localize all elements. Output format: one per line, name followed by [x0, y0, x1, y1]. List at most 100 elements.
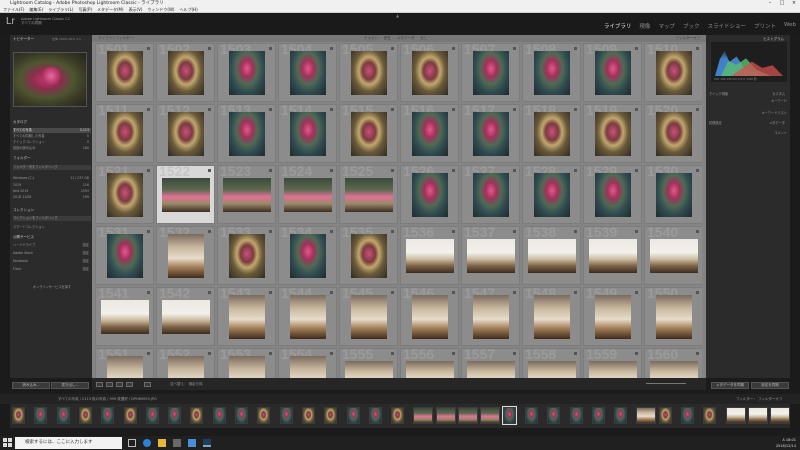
photo-thumbnail[interactable]	[290, 295, 326, 339]
filmstrip-thumbnail[interactable]	[168, 407, 182, 424]
import-button[interactable]: 読み込み...	[12, 382, 50, 389]
catalog-row[interactable]: すべての写真 2,113	[13, 128, 91, 133]
grid-cell[interactable]: 1547	[461, 287, 520, 346]
filmstrip-thumbnail[interactable]	[725, 407, 746, 424]
menu-item-6[interactable]: ウィンドウ(W)	[147, 7, 174, 12]
metadata-header[interactable]: 初期設定 メタデータ	[709, 121, 787, 126]
navigator-preview[interactable]	[13, 52, 87, 107]
photo-thumbnail[interactable]	[107, 173, 143, 217]
grid-cell[interactable]: 1516	[400, 104, 459, 163]
grid-cell[interactable]: 1532	[156, 226, 215, 285]
grid-cell[interactable]: 1511	[95, 104, 154, 163]
grid-cell[interactable]: 1542	[156, 287, 215, 346]
filmstrip-thumbnail[interactable]	[78, 407, 92, 424]
grid-cell[interactable]: 1559	[583, 348, 642, 378]
grid-cell[interactable]: 1518	[522, 104, 581, 163]
grid-cell[interactable]: 1552	[156, 348, 215, 378]
filmstrip-thumbnail[interactable]	[235, 407, 248, 424]
photo-thumbnail[interactable]	[656, 295, 692, 339]
export-button[interactable]: 書き出し...	[51, 382, 89, 389]
find-more-services-link[interactable]: オンラインサービスを探す	[13, 285, 91, 290]
photo-thumbnail[interactable]	[229, 234, 265, 278]
filmstrip-breadcrumb[interactable]: すべての写真 / 2113 枚の写真 / 999 枚選択 / DPH89059.…	[58, 394, 157, 404]
catalog-row[interactable]: すべての同期した写真 0	[13, 134, 91, 139]
photo-thumbnail[interactable]	[162, 300, 210, 334]
filter-tab-2[interactable]: メタデータ	[397, 36, 415, 40]
grid-cell[interactable]: 1533	[217, 226, 276, 285]
collection-search-input[interactable]: コレクションをフィルタリング	[13, 216, 91, 221]
photo-thumbnail[interactable]	[534, 295, 570, 339]
photo-thumbnail[interactable]	[284, 178, 332, 212]
filmstrip-filter-dropdown[interactable]: フィルターオフ	[758, 394, 782, 404]
menu-item-1[interactable]: 編集(E)	[29, 7, 43, 12]
filmstrip-thumbnail[interactable]	[56, 407, 70, 424]
thumbnail-size-slider[interactable]	[646, 383, 686, 384]
filmstrip-thumbnail[interactable]	[681, 407, 694, 424]
photo-thumbnail[interactable]	[168, 234, 204, 278]
photo-thumbnail[interactable]	[107, 234, 143, 278]
menu-item-5[interactable]: 表示(V)	[129, 7, 143, 12]
module-tab-1[interactable]: 現像	[639, 22, 650, 30]
edge-browser-icon[interactable]	[143, 439, 151, 447]
grid-cell[interactable]: 1527	[461, 165, 520, 224]
grid-cell[interactable]: 1534	[278, 226, 337, 285]
photo-thumbnail[interactable]	[101, 300, 149, 334]
grid-cell[interactable]: 1531	[95, 226, 154, 285]
folder-row[interactable]: 2019 116	[13, 183, 91, 188]
volume-row[interactable]: Windows (C:) 11 / 237 GB	[13, 176, 91, 181]
grid-cell[interactable]: 1522	[156, 165, 215, 224]
filmstrip-thumbnail[interactable]	[501, 406, 517, 425]
photo-thumbnail[interactable]	[534, 51, 570, 95]
menu-item-3[interactable]: 写真(P)	[78, 7, 92, 12]
catalog-row[interactable]: 前回の読み込み 180	[13, 146, 91, 151]
grid-cell[interactable]: 1556	[400, 348, 459, 378]
photo-thumbnail[interactable]	[107, 112, 143, 156]
store-icon[interactable]	[173, 439, 181, 447]
sync-settings-button[interactable]: 設定を同期	[751, 382, 789, 389]
photo-thumbnail[interactable]	[168, 356, 204, 378]
photo-thumbnail[interactable]	[290, 51, 326, 95]
loupe-view-icon[interactable]	[106, 382, 113, 387]
close-button[interactable]: ×	[788, 0, 800, 7]
grid-cell[interactable]: 1517	[461, 104, 520, 163]
photo-thumbnail[interactable]	[534, 112, 570, 156]
compare-view-icon[interactable]	[116, 382, 123, 387]
photo-thumbnail[interactable]	[595, 295, 631, 339]
photo-thumbnail[interactable]	[229, 295, 265, 339]
filmstrip-thumbnail[interactable]	[458, 407, 478, 424]
filmstrip-thumbnail[interactable]	[547, 407, 561, 424]
photo-thumbnail[interactable]	[473, 295, 509, 339]
grid-cell[interactable]: 1545	[339, 287, 398, 346]
filter-preset-dropdown[interactable]: フィルターオフ	[676, 35, 700, 42]
photo-thumbnail[interactable]	[290, 356, 326, 378]
publish-row[interactable]: Adobe Stock 設定	[13, 251, 91, 256]
photo-thumbnail[interactable]	[656, 173, 692, 217]
photo-thumbnail[interactable]	[589, 239, 637, 273]
filmstrip-thumbnail[interactable]	[346, 407, 360, 424]
filmstrip-thumbnail[interactable]	[123, 407, 137, 424]
photo-thumbnail[interactable]	[412, 295, 448, 339]
photo-thumbnail[interactable]	[351, 112, 387, 156]
grid-cell[interactable]: 1535	[339, 226, 398, 285]
photo-thumbnail[interactable]	[412, 51, 448, 95]
photo-thumbnail[interactable]	[650, 239, 698, 273]
photo-thumbnail[interactable]	[168, 51, 204, 95]
module-tab-5[interactable]: プリント	[754, 22, 776, 30]
photo-thumbnail[interactable]	[229, 51, 265, 95]
keywords-header[interactable]: キーワード	[709, 99, 787, 104]
grid-cell[interactable]: 1526	[400, 165, 459, 224]
filmstrip-thumbnail[interactable]	[435, 407, 456, 424]
menu-item-2[interactable]: ライブラリ(L)	[48, 7, 73, 12]
filmstrip-thumbnail[interactable]	[569, 407, 583, 424]
grid-cell[interactable]: 1550	[644, 287, 702, 346]
lightroom-taskbar-icon[interactable]	[203, 439, 211, 447]
grid-cell[interactable]: 1525	[339, 165, 398, 224]
grid-cell[interactable]: 1506	[400, 43, 459, 102]
grid-cell[interactable]: 1528	[522, 165, 581, 224]
grid-cell[interactable]: 1505	[339, 43, 398, 102]
grid-cell[interactable]: 1519	[583, 104, 642, 163]
filmstrip-thumbnail[interactable]	[301, 407, 315, 424]
sync-metadata-button[interactable]: メタデータを同期	[711, 382, 749, 389]
filmstrip-thumbnail[interactable]	[34, 407, 48, 424]
grid-cell[interactable]: 1504	[278, 43, 337, 102]
